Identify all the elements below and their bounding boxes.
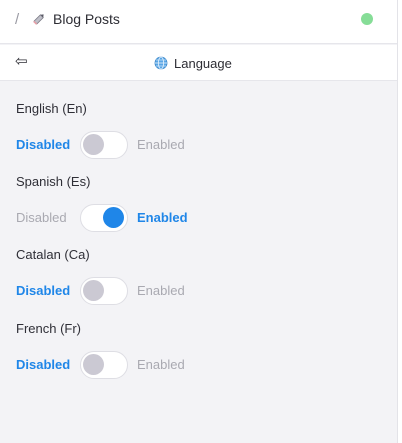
right-edge-strip xyxy=(397,0,402,443)
top-bar: / Blog Posts xyxy=(0,0,402,44)
language-item: French (Fr) Disabled Enabled xyxy=(16,321,185,379)
status-indicator xyxy=(361,13,373,25)
breadcrumb-separator: / xyxy=(15,11,20,28)
toggle-knob xyxy=(83,280,104,301)
language-name: Catalan (Ca) xyxy=(16,247,90,262)
disabled-label[interactable]: Disabled xyxy=(16,137,70,153)
pencil-icon xyxy=(32,12,46,26)
language-toggle[interactable] xyxy=(80,204,128,232)
panel-header: ⇦ Language xyxy=(0,45,397,81)
disabled-label[interactable]: Disabled xyxy=(16,283,70,299)
toggle-knob xyxy=(103,207,124,228)
enabled-label[interactable]: Enabled xyxy=(137,137,185,153)
enabled-label[interactable]: Enabled xyxy=(137,283,185,299)
toggle-row: Disabled Enabled xyxy=(16,131,185,159)
panel-title-group: Language xyxy=(154,55,232,71)
language-name: French (Fr) xyxy=(16,321,81,336)
toggle-row: Disabled Enabled xyxy=(16,277,185,305)
enabled-label[interactable]: Enabled xyxy=(137,210,188,226)
page-title: Blog Posts xyxy=(53,11,120,27)
language-item: Spanish (Es) Disabled Enabled xyxy=(16,174,188,232)
language-item: Catalan (Ca) Disabled Enabled xyxy=(16,247,185,305)
panel-title: Language xyxy=(174,55,232,71)
language-name: English (En) xyxy=(16,101,87,116)
back-arrow-icon[interactable]: ⇦ xyxy=(15,54,28,70)
toggle-knob xyxy=(83,354,104,375)
language-name: Spanish (Es) xyxy=(16,174,91,189)
toggle-row: Disabled Enabled xyxy=(16,204,188,232)
globe-icon xyxy=(154,56,168,70)
disabled-label[interactable]: Disabled xyxy=(16,210,67,226)
language-toggle[interactable] xyxy=(80,277,128,305)
enabled-label[interactable]: Enabled xyxy=(137,357,185,373)
disabled-label[interactable]: Disabled xyxy=(16,357,70,373)
toggle-row: Disabled Enabled xyxy=(16,351,185,379)
toggle-knob xyxy=(83,134,104,155)
language-item: English (En) Disabled Enabled xyxy=(16,101,185,159)
language-toggle[interactable] xyxy=(80,351,128,379)
language-toggle[interactable] xyxy=(80,131,128,159)
